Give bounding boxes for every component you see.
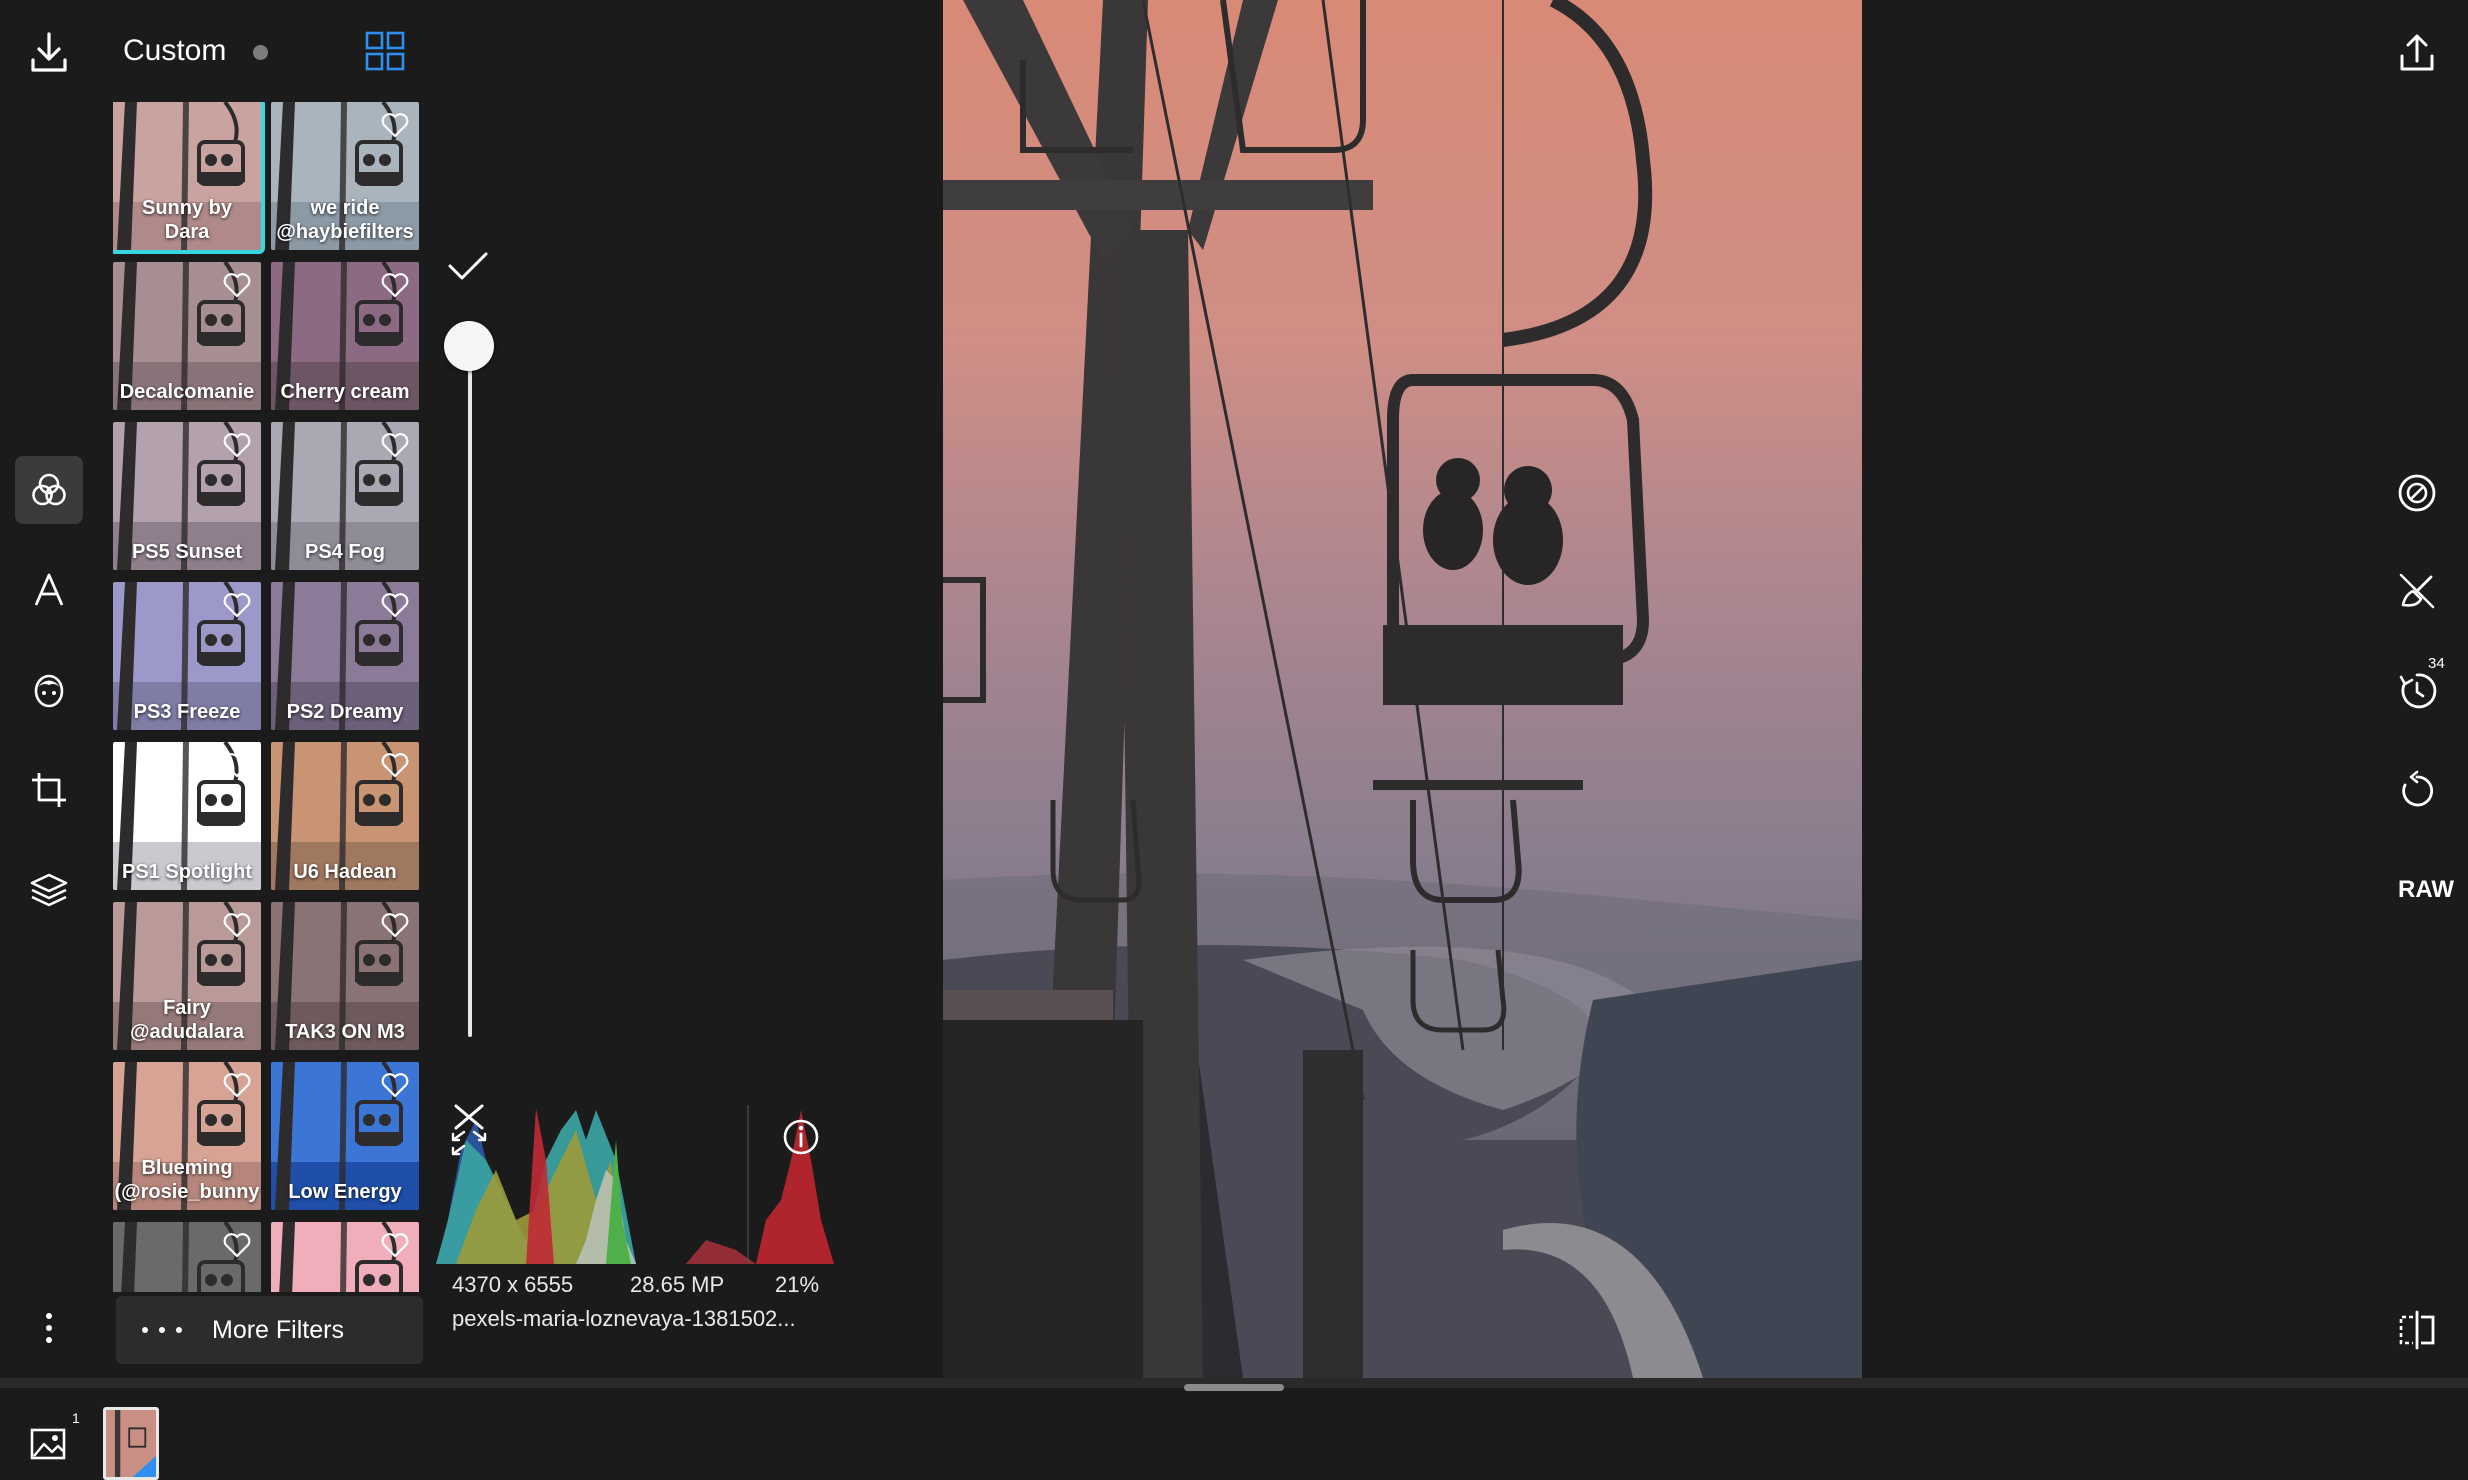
reset-button[interactable] <box>2392 766 2442 816</box>
image-dimensions: 4370 x 6555 <box>452 1272 574 1297</box>
histogram-collapse-icon[interactable] <box>448 1102 490 1158</box>
more-filters-button[interactable]: More Filters <box>116 1296 423 1364</box>
gallery-count: 1 <box>72 1410 80 1426</box>
image-filename: pexels-maria-loznevaya-1381502... <box>452 1306 796 1331</box>
filter-label: PS1 Spotlight <box>122 861 252 883</box>
filter-tile[interactable]: U6 Hadean <box>271 742 419 890</box>
filter-tile[interactable]: TAK3 ON M3 <box>271 902 419 1050</box>
favorite-heart-icon[interactable] <box>381 272 409 298</box>
raw-toggle[interactable]: RAW <box>2398 876 2454 904</box>
image-megapixels: 28.65 MP <box>630 1272 725 1297</box>
compare-icon <box>2399 1310 2435 1350</box>
filter-label: TAK3 ON M3 <box>285 1021 405 1043</box>
filter-label: PS4 Fog <box>304 541 385 563</box>
checkmark-icon[interactable] <box>446 248 490 284</box>
favorite-heart-icon[interactable] <box>381 1072 409 1098</box>
zoom-level: 21% <box>775 1272 820 1297</box>
text-tool-button[interactable] <box>15 556 83 624</box>
filter-tile[interactable]: Low Energy <box>271 1062 419 1210</box>
download-icon[interactable] <box>24 28 74 78</box>
filter-tile[interactable] <box>271 1222 419 1292</box>
filmstrip-thumbnail[interactable] <box>103 1407 159 1480</box>
filter-label: we ride @haybiefilters <box>276 197 414 243</box>
filter-tile[interactable]: PS1 Spotlight <box>113 742 261 890</box>
strength-slider-track[interactable] <box>468 345 472 1037</box>
left-tool-rail <box>0 0 98 1378</box>
face-tool-button[interactable] <box>15 656 83 724</box>
reset-icon <box>2402 770 2433 807</box>
retouch-button[interactable] <box>2392 566 2442 616</box>
filter-tile[interactable]: Decalcomanie <box>113 262 261 410</box>
favorite-heart-icon[interactable] <box>381 592 409 618</box>
compare-button[interactable] <box>2392 1305 2442 1355</box>
filter-label: Low Energy <box>288 1181 402 1203</box>
history-icon <box>2399 673 2437 709</box>
favorite-heart-icon[interactable] <box>223 432 251 458</box>
crop-tool-button[interactable] <box>15 756 83 824</box>
crop-icon <box>32 773 66 807</box>
filter-tile[interactable]: Sunny by Dara <box>113 102 265 254</box>
filter-label: Cherry cream <box>280 381 410 403</box>
filter-tile[interactable]: Cherry cream <box>271 262 419 410</box>
export-icon <box>2400 34 2434 71</box>
layers-tool-button[interactable] <box>15 856 83 924</box>
more-options-button[interactable] <box>15 1294 83 1362</box>
filters-icon <box>32 473 66 506</box>
histogram <box>436 1100 834 1264</box>
favorite-heart-icon[interactable] <box>223 1072 251 1098</box>
grid-view-icon[interactable] <box>364 30 406 72</box>
favorite-heart-icon[interactable] <box>223 1232 251 1258</box>
filter-label: Fairy @adudalara <box>130 997 244 1043</box>
filter-tile[interactable]: PS3 Freeze <box>113 582 261 730</box>
export-button[interactable] <box>2392 28 2442 78</box>
filter-label: Decalcomanie <box>119 381 255 403</box>
history-count: 34 <box>2428 655 2445 672</box>
filter-tile[interactable]: Fairy @adudalara <box>113 902 261 1050</box>
filter-tile[interactable]: PS5 Sunset <box>113 422 261 570</box>
panel-title: Custom <box>123 34 227 67</box>
filter-label: Blueming (@rosie_bunny <box>114 1157 260 1203</box>
filmstrip <box>0 1378 2468 1480</box>
info-icon[interactable] <box>782 1118 820 1156</box>
filter-grid: Sunny by Dara we ride @haybiefilters Decal… <box>113 102 423 1292</box>
gallery-icon[interactable] <box>28 1422 70 1464</box>
favorite-heart-icon[interactable] <box>381 1232 409 1258</box>
ellipsis-icon <box>142 1327 182 1333</box>
favorite-heart-icon[interactable] <box>223 912 251 938</box>
more-options-icon <box>46 1313 52 1343</box>
unsaved-indicator <box>253 45 268 60</box>
favorite-heart-icon[interactable] <box>381 432 409 458</box>
filter-tile[interactable]: Blueming (@rosie_bunny <box>113 1062 261 1210</box>
text-icon <box>34 573 64 606</box>
favorite-heart-icon[interactable] <box>381 752 409 778</box>
filter-tile[interactable]: PS4 Fog <box>271 422 419 570</box>
more-filters-label: More Filters <box>212 1315 344 1344</box>
favorite-heart-icon[interactable] <box>223 272 251 298</box>
favorite-heart-icon[interactable] <box>381 112 409 138</box>
filter-tile[interactable]: PS2 Dreamy <box>271 582 419 730</box>
filters-tool-button[interactable] <box>15 456 83 524</box>
strength-slider-handle[interactable] <box>444 321 494 371</box>
filter-tile[interactable]: we ride @haybiefilters <box>271 102 419 250</box>
filter-label: PS2 Dreamy <box>286 701 404 723</box>
favorite-heart-icon[interactable] <box>223 592 251 618</box>
history-button[interactable] <box>2392 666 2442 716</box>
filter-label: PS5 Sunset <box>131 541 243 563</box>
auto-enhance-icon <box>2398 474 2436 512</box>
favorite-heart-icon[interactable] <box>223 752 251 778</box>
layers-icon <box>30 873 68 907</box>
filter-tile[interactable] <box>113 1222 261 1292</box>
filter-label: U6 Hadean <box>293 861 397 883</box>
filter-label: Sunny by Dara <box>141 197 232 243</box>
retouch-icon <box>2399 573 2435 609</box>
filter-label: PS3 Freeze <box>133 701 241 723</box>
photo-canvas[interactable] <box>943 0 1862 1378</box>
face-icon <box>34 674 64 708</box>
filmstrip-drag-handle[interactable] <box>1184 1384 1284 1391</box>
favorite-heart-icon[interactable] <box>381 912 409 938</box>
auto-enhance-button[interactable] <box>2392 468 2442 518</box>
